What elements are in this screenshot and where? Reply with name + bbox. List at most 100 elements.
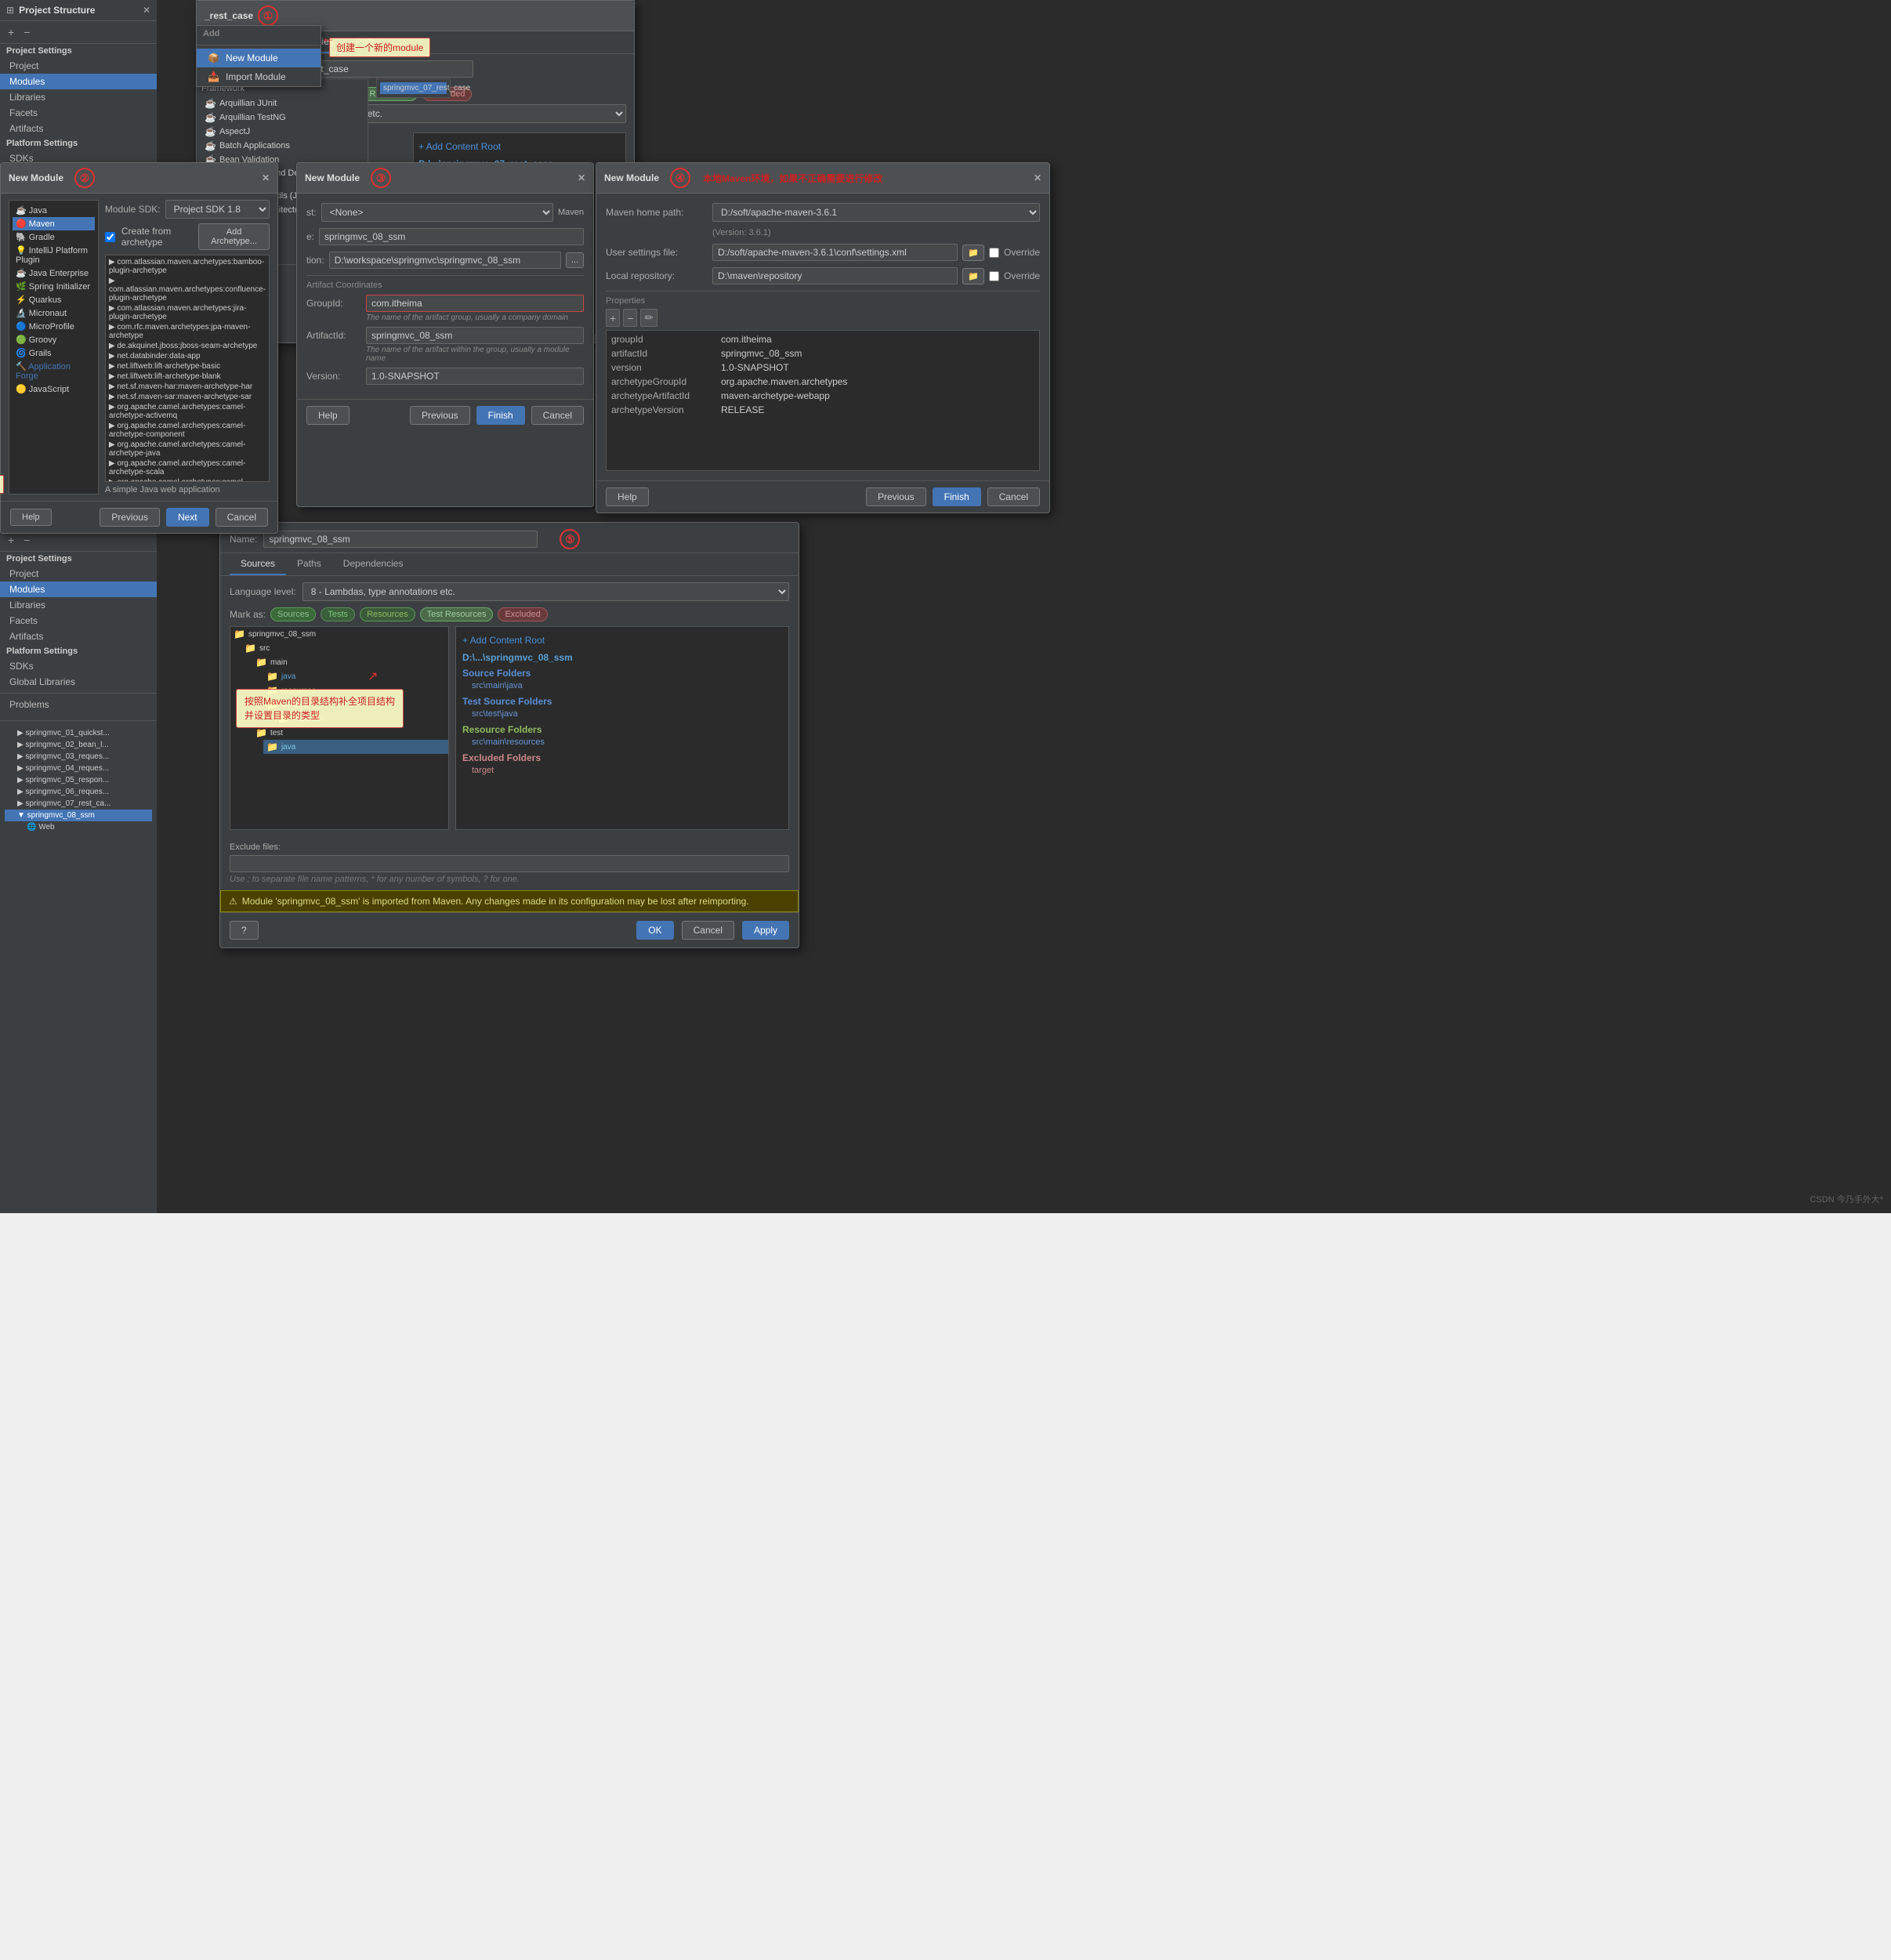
apply-btn[interactable]: Apply [742, 921, 789, 940]
bottom-sidebar-project[interactable]: Project [0, 566, 157, 581]
help-btn-5[interactable]: ? [230, 921, 259, 940]
help-btn-4[interactable]: Help [606, 487, 649, 506]
arch-camel-spring[interactable]: ▶ org.apache.camel.archetypes:camel-arch… [106, 477, 269, 482]
dialog3-close[interactable]: ✕ [578, 172, 585, 183]
nav-gradle[interactable]: 🐘 Gradle [13, 230, 95, 244]
exclude-input[interactable] [230, 855, 789, 872]
mod-02[interactable]: ▶ springmvc_02_bean_l... [5, 739, 152, 751]
help-btn-2[interactable]: Help [10, 509, 52, 526]
d5-tab-deps[interactable]: Dependencies [332, 553, 415, 575]
arch-camel-activemq[interactable]: ▶ org.apache.camel.archetypes:camel-arch… [106, 402, 269, 421]
nav-maven[interactable]: 🔴 Maven [13, 217, 95, 230]
remove-btn[interactable]: − [20, 24, 33, 40]
bottom-sidebar-artifacts[interactable]: Artifacts [0, 629, 157, 644]
settings-input[interactable] [712, 244, 958, 261]
arch-maven-har[interactable]: ▶ net.sf.maven-har:maven-archetype-har [106, 382, 269, 392]
mod-05[interactable]: ▶ springmvc_05_respon... [5, 774, 152, 786]
arch-jboss[interactable]: ▶ de.akquinet.jboss:jboss-seam-archetype [106, 341, 269, 351]
add-btn[interactable]: + [5, 24, 17, 40]
nav-micronaut[interactable]: 🔬 Micronaut [13, 306, 95, 320]
mod-01[interactable]: ▶ springmvc_01_quickst... [5, 727, 152, 739]
mark-sources-badge[interactable]: Sources [270, 607, 316, 621]
arch-confluence[interactable]: ▶ com.atlassian.maven.archetypes:conflue… [106, 276, 269, 303]
nav-java-enterprise[interactable]: ☕ Java Enterprise [13, 266, 95, 280]
sidebar-item-project[interactable]: Project [0, 58, 157, 74]
sdk-select[interactable]: Project SDK 1.8 [165, 200, 270, 219]
tree-root[interactable]: 📁 springmvc_08_ssm [230, 627, 448, 641]
add-content-root-btn[interactable]: + Add Content Root [418, 138, 621, 155]
bottom-remove-btn[interactable]: − [20, 532, 33, 548]
cancel-btn-5[interactable]: Cancel [682, 921, 734, 940]
bottom-sidebar-libraries[interactable]: Libraries [0, 597, 157, 613]
build-type-select[interactable]: <None> [321, 203, 553, 222]
prev-btn-4[interactable]: Previous [866, 487, 926, 506]
add-archetype-btn[interactable]: Add Archetype... [198, 223, 270, 250]
d5-tab-paths[interactable]: Paths [286, 553, 332, 575]
repo-input[interactable] [712, 267, 958, 284]
lang-level-select[interactable]: 8 - Lambdas, type annotations etc. [302, 582, 789, 601]
cancel-btn-2[interactable]: Cancel [216, 508, 268, 527]
arch-camel-java[interactable]: ▶ org.apache.camel.archetypes:camel-arch… [106, 440, 269, 458]
d5-test-source-item[interactable]: src\test\java [462, 708, 782, 719]
dialog2-close[interactable]: ✕ [262, 172, 270, 183]
d5-source-item[interactable]: src\main\java [462, 680, 782, 691]
mod-08-web[interactable]: 🌐 Web [5, 821, 152, 833]
bottom-sidebar-sdks[interactable]: SDKs [0, 658, 157, 674]
arch-data-app[interactable]: ▶ net.databinder:data-app [106, 351, 269, 361]
sidebar-item-artifacts-top[interactable]: Artifacts [0, 121, 157, 136]
arch-camel-scala[interactable]: ▶ org.apache.camel.archetypes:camel-arch… [106, 458, 269, 477]
arquillian-junit[interactable]: ☕ Arquillian JUnit [201, 96, 363, 110]
finish-btn-3[interactable]: Finish [476, 406, 525, 425]
props-edit-btn[interactable]: ✏ [640, 309, 658, 327]
mark-test-res-badge[interactable]: Test Resources [420, 607, 494, 621]
maven-home-select[interactable]: D:/soft/apache-maven-3.6.1 [712, 203, 1040, 222]
sidebar-item-facets[interactable]: Facets [0, 105, 157, 121]
import-module-menu-item[interactable]: 📥 Import Module [197, 67, 321, 86]
mod-07[interactable]: ▶ springmvc_07_rest_ca... [5, 798, 152, 810]
arch-camel-component[interactable]: ▶ org.apache.camel.archetypes:camel-arch… [106, 421, 269, 440]
mark-tests-badge[interactable]: Tests [321, 607, 355, 621]
tree-test-java[interactable]: 📁 java [263, 740, 448, 754]
arch-jira[interactable]: ▶ com.atlassian.maven.archetypes:jira-pl… [106, 303, 269, 322]
repo-browse-btn[interactable]: 📁 [962, 268, 984, 284]
arquillian-testng[interactable]: ☕ Arquillian TestNG [201, 110, 363, 125]
location-input[interactable] [329, 252, 561, 269]
mod-03[interactable]: ▶ springmvc_03_reques... [5, 751, 152, 763]
arch-bamboo[interactable]: ▶ com.atlassian.maven.archetypes:bamboo-… [106, 257, 269, 276]
bottom-sidebar-modules[interactable]: Modules [0, 581, 157, 597]
sidebar-item-libraries[interactable]: Libraries [0, 89, 157, 105]
mark-resources-badge[interactable]: Resources [360, 607, 415, 621]
nav-microprofile[interactable]: 🔵 MicroProfile [13, 320, 95, 333]
mod-04[interactable]: ▶ springmvc_04_reques... [5, 763, 152, 774]
aspectj[interactable]: ☕ AspectJ [201, 125, 363, 139]
help-btn-3[interactable]: Help [306, 406, 350, 425]
mod-08[interactable]: ▼ springmvc_08_ssm [5, 810, 152, 821]
archetype-list[interactable]: ▶ com.atlassian.maven.archetypes:bamboo-… [105, 255, 270, 482]
prev-btn-2[interactable]: Previous [100, 508, 160, 527]
next-btn-2[interactable]: Next [166, 508, 209, 527]
settings-browse-btn[interactable]: 📁 [962, 245, 984, 261]
nav-intellij-plugin[interactable]: 💡 IntelliJ Platform Plugin [13, 244, 95, 266]
mod-06[interactable]: ▶ springmvc_06_reques... [5, 786, 152, 798]
batch-apps[interactable]: ☕ Batch Applications [201, 139, 363, 153]
panel-close-btn[interactable]: ✕ [143, 5, 150, 16]
nav-java[interactable]: ☕ Java [13, 204, 95, 217]
cancel-btn-3[interactable]: Cancel [531, 406, 584, 425]
sidebar-item-modules[interactable]: Modules [0, 74, 157, 89]
name-input-3[interactable] [319, 228, 584, 245]
nav-spring-init[interactable]: 🌿 Spring Initializer [13, 280, 95, 293]
mod-item-rest[interactable]: springmvc_07_rest_case [380, 82, 447, 94]
finish-btn-4[interactable]: Finish [933, 487, 981, 506]
d5-resource-item[interactable]: src\main\resources [462, 737, 782, 748]
browse-btn[interactable]: ... [566, 252, 584, 268]
arch-lift-blank[interactable]: ▶ net.liftweb:lift-archetype-blank [106, 371, 269, 382]
tree-src[interactable]: 📁 src [241, 641, 448, 655]
d5-tab-sources[interactable]: Sources [230, 553, 286, 575]
bottom-sidebar-problems[interactable]: Problems [0, 697, 157, 712]
arch-jpa[interactable]: ▶ com.rfc.maven.archetypes:jpa-maven-arc… [106, 322, 269, 341]
settings-override-cb[interactable] [989, 248, 999, 258]
arch-maven-sar[interactable]: ▶ net.sf.maven-sar:maven-archetype-sar [106, 392, 269, 402]
tree-main[interactable]: 📁 main [252, 655, 448, 669]
nav-javascript[interactable]: 🟡 JavaScript [13, 382, 95, 396]
ok-btn[interactable]: OK [636, 921, 673, 940]
